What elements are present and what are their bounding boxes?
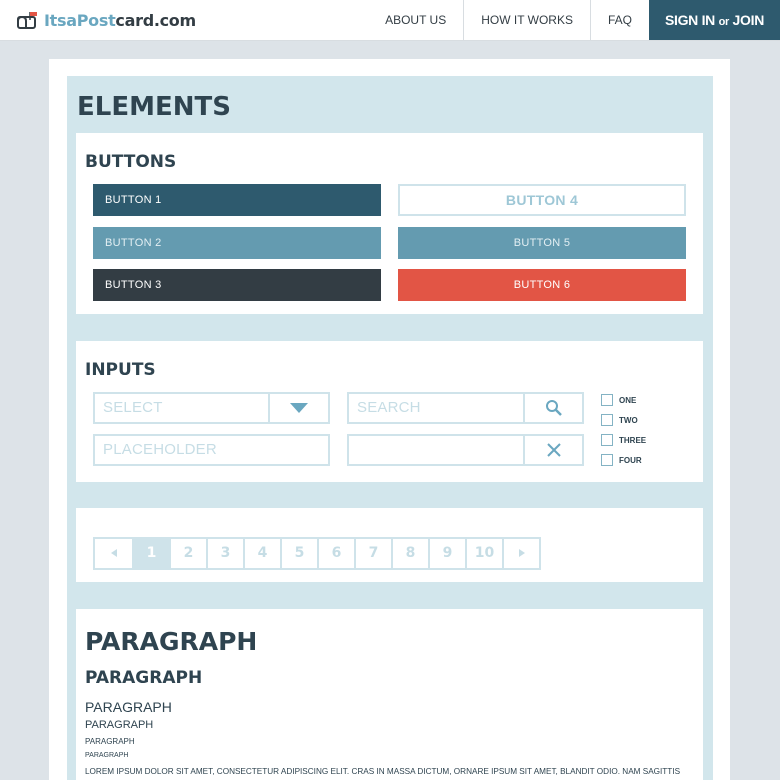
- join-text: JOIN: [728, 12, 765, 28]
- chevron-right-icon: [518, 549, 525, 557]
- checkbox-box[interactable]: [601, 414, 613, 426]
- text-input[interactable]: PLACEHOLDER: [93, 434, 330, 466]
- checkbox-label: THREE: [619, 435, 647, 445]
- button-5[interactable]: BUTTON 5: [398, 227, 686, 259]
- nav-how-it-works[interactable]: HOW IT WORKS: [463, 0, 590, 40]
- buttons-section-title: BUTTONS: [85, 152, 177, 172]
- signin-text: SIGN IN: [664, 12, 719, 28]
- checkbox-label: FOUR: [619, 455, 642, 465]
- checkbox-box[interactable]: [601, 394, 613, 406]
- page-button-3[interactable]: 3: [206, 539, 243, 568]
- page-button-6[interactable]: 6: [317, 539, 354, 568]
- clearable-input[interactable]: [347, 434, 584, 466]
- caret-down-icon: [290, 403, 308, 413]
- chevron-left-icon: [110, 549, 117, 557]
- prev-page-button[interactable]: [95, 539, 132, 568]
- inputs-section-title: INPUTS: [85, 360, 156, 380]
- paragraph-heading-4: PARAGRAPH: [85, 719, 154, 731]
- logo-text-part2: card.com: [115, 10, 196, 30]
- page-title: ELEMENTS: [77, 92, 231, 122]
- checkbox-three[interactable]: THREE: [601, 434, 646, 446]
- page-button-7[interactable]: 7: [354, 539, 391, 568]
- select-value: SELECT: [103, 399, 163, 416]
- checkbox-label: TWO: [619, 415, 638, 425]
- paragraph-heading-6: PARAGRAPH: [85, 752, 129, 759]
- button-3[interactable]: BUTTON 3: [93, 269, 381, 301]
- dropdown-toggle[interactable]: [268, 394, 328, 422]
- signin-join-button[interactable]: SIGN IN or JOIN: [649, 0, 780, 40]
- main-nav: ABOUT US HOW IT WORKS FAQ SIGN IN or JOI…: [368, 0, 780, 40]
- signin-or-text: or: [718, 16, 730, 28]
- search-button[interactable]: [523, 394, 582, 422]
- checkbox-box[interactable]: [601, 454, 613, 466]
- button-1[interactable]: BUTTON 1: [93, 184, 381, 216]
- page-button-2[interactable]: 2: [169, 539, 206, 568]
- checkbox-box[interactable]: [601, 434, 613, 446]
- nav-faq[interactable]: FAQ: [589, 0, 649, 40]
- text-input-placeholder: PLACEHOLDER: [103, 441, 217, 458]
- site-logo[interactable]: ItsaPostcard.com: [16, 8, 196, 32]
- page-button-8[interactable]: 8: [391, 539, 428, 568]
- button-4[interactable]: BUTTON 4: [398, 184, 686, 216]
- checkbox-label: ONE: [619, 395, 637, 405]
- page-button-1[interactable]: 1: [132, 539, 169, 568]
- search-icon: [545, 400, 562, 416]
- search-input[interactable]: SEARCH: [357, 394, 421, 422]
- nav-about-us[interactable]: ABOUT US: [368, 0, 463, 40]
- clear-button[interactable]: [523, 436, 582, 464]
- logo-text-part1: ItsaPost: [44, 10, 116, 30]
- mailbox-icon: [17, 12, 37, 29]
- paragraph-heading-1: PARAGRAPH: [85, 627, 258, 656]
- page-button-10[interactable]: 10: [465, 539, 502, 568]
- checkbox-one[interactable]: ONE: [601, 394, 636, 406]
- select-dropdown[interactable]: SELECT: [93, 392, 330, 424]
- search-field[interactable]: SEARCH: [347, 392, 584, 424]
- paragraph-heading-3: PARAGRAPH: [85, 699, 172, 715]
- button-2[interactable]: BUTTON 2: [93, 227, 381, 259]
- page-button-4[interactable]: 4: [243, 539, 280, 568]
- next-page-button[interactable]: [502, 539, 539, 568]
- checkbox-two[interactable]: TWO: [601, 414, 638, 426]
- close-icon: [546, 443, 561, 457]
- paragraph-heading-5: PARAGRAPH: [85, 737, 135, 746]
- paragraph-heading-2: PARAGRAPH: [85, 668, 203, 688]
- paragraph-body: LOREM IPSUM DOLOR SIT AMET, CONSECTETUR …: [85, 767, 681, 776]
- checkbox-four[interactable]: FOUR: [601, 454, 642, 466]
- page-button-5[interactable]: 5: [280, 539, 317, 568]
- pagination: 1 2 3 4 5 6 7 8 9 10: [93, 537, 541, 570]
- top-navigation-bar: ItsaPostcard.com ABOUT US HOW IT WORKS F…: [0, 0, 780, 41]
- page-button-9[interactable]: 9: [428, 539, 465, 568]
- button-6[interactable]: BUTTON 6: [398, 269, 686, 301]
